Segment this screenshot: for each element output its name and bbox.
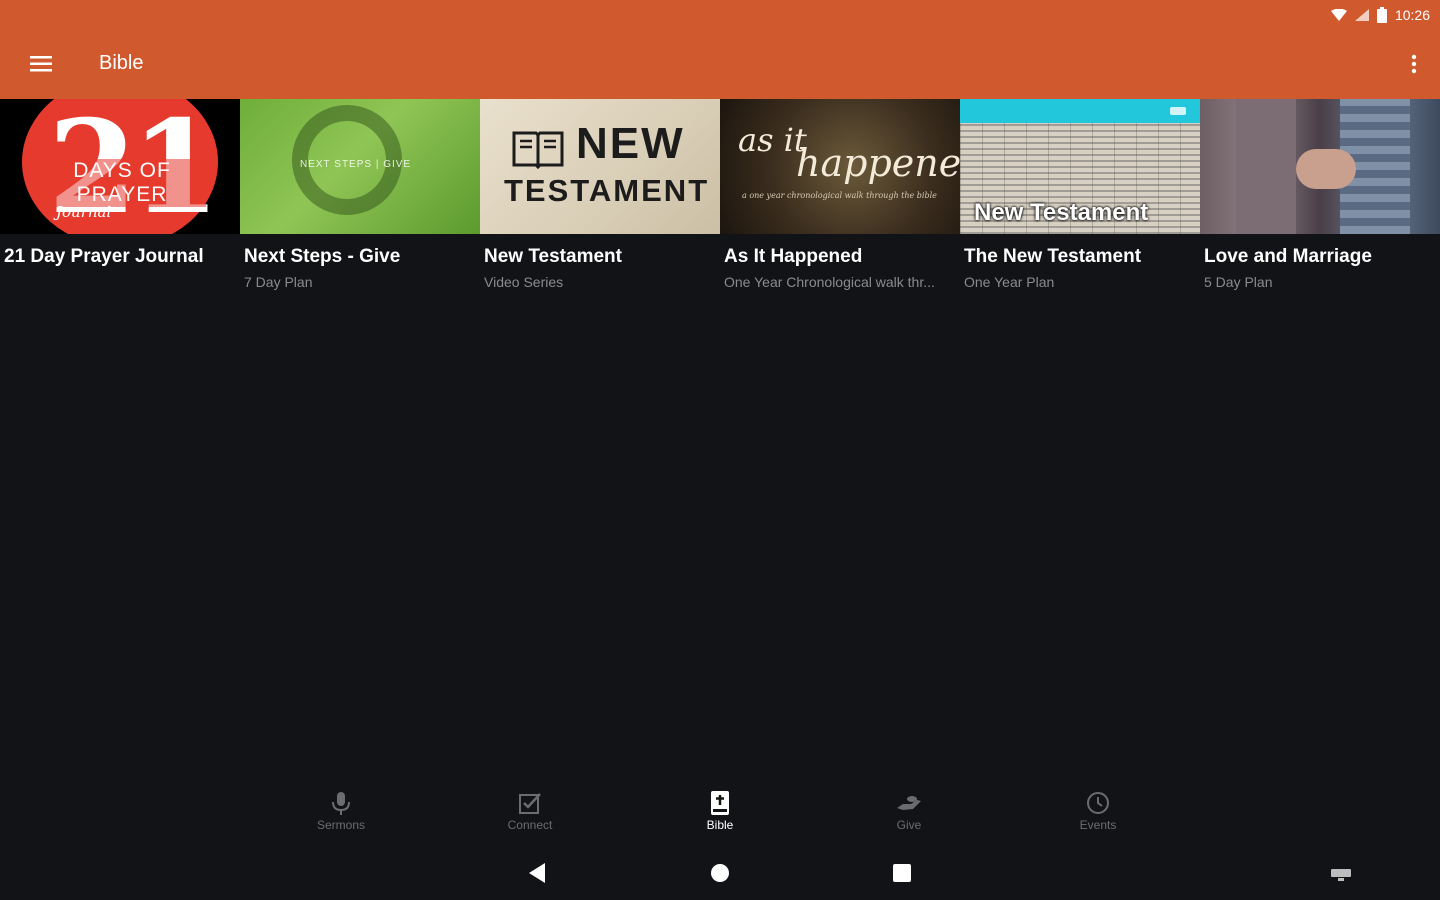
plan-subtitle: 7 Day Plan [244,274,313,290]
bottom-navigation: Sermons Connect Bible Give Events [0,790,1440,844]
clock-icon [1087,792,1109,814]
nav-item-bible[interactable]: Bible [680,790,760,832]
thumbnail-text-new: NEW [576,119,685,168]
plan-title: New Testament [484,246,622,267]
hamburger-menu-icon [30,56,52,72]
page-title: Bible [99,52,144,74]
signal-icon [1354,9,1369,21]
back-icon [529,863,545,883]
thumbnail-title: New Testament [974,199,1149,226]
plan-list: 21 DAYS OF PRAYER Journal 21 Day Prayer … [0,99,1440,299]
nav-label: Bible [706,818,734,832]
nav-item-connect[interactable]: Connect [490,790,570,832]
give-hand-icon [897,796,921,810]
system-navigation-bar [0,856,1440,892]
plan-subtitle [0,268,234,274]
plan-subtitle: Video Series [484,274,564,290]
overflow-menu-button[interactable] [1408,50,1420,78]
plan-card[interactable]: as it happened a one year chronological … [720,99,960,299]
plan-title: The New Testament [964,246,1142,267]
nav-item-events[interactable]: Events [1058,790,1138,832]
battery-icon [1376,7,1387,23]
plan-card[interactable]: 21 DAYS OF PRAYER Journal 21 Day Prayer … [0,99,240,299]
plan-title: Love and Marriage [1204,246,1372,267]
home-icon [711,864,729,882]
plan-title: 21 Day Prayer Journal [4,246,204,267]
nav-label: Events [1079,818,1117,832]
more-vert-icon [1411,54,1417,74]
nav-label: Give [896,818,922,832]
home-button[interactable] [709,862,731,889]
thumbnail-days-text: DAYS OF PRAYER [38,159,206,207]
nav-label: Connect [507,818,553,832]
plan-subtitle: One Year Chronological walk thr... [724,274,935,290]
plan-thumbnail [1200,99,1440,234]
plan-card[interactable]: New Testament The New Testament One Year… [960,99,1200,299]
nav-item-give[interactable]: Give [869,790,949,832]
plan-title: Next Steps - Give [244,246,401,267]
plan-card[interactable]: NEXT STEPS | GIVE Next Steps - Give 7 Da… [240,99,480,299]
plan-card[interactable]: NEW TESTAMENT New Testament Video Series [480,99,720,299]
checkbox-icon [519,793,541,814]
thumbnail-figure-left [1236,99,1296,234]
thumbnail-header-bar [960,99,1200,123]
thumbnail-journal-text: Journal [56,203,112,221]
plan-thumbnail: NEW TESTAMENT [480,99,720,234]
thumbnail-tagline: a one year chronological walk through th… [742,191,937,200]
thumbnail-text: NEXT STEPS | GIVE [300,159,412,170]
back-button[interactable] [527,862,547,889]
nav-label: Sermons [316,818,366,832]
status-time: 10:26 [1394,7,1430,23]
keyboard-icon [1331,869,1351,881]
app-bar: 10:26 Bible [0,0,1440,99]
plan-thumbnail: as it happened a one year chronological … [720,99,960,234]
recents-button[interactable] [892,862,912,889]
microphone-icon [332,792,350,815]
plan-title: As It Happened [724,246,863,267]
wifi-icon [1330,9,1347,21]
status-bar: 10:26 [1330,4,1430,26]
plan-thumbnail: 21 DAYS OF PRAYER Journal [0,99,240,234]
thumbnail-text-testament: TESTAMENT [504,173,710,208]
thumbnail-text-happened: happened [796,141,960,185]
nav-item-sermons[interactable]: Sermons [301,790,381,832]
plan-subtitle: 5 Day Plan [1204,274,1273,290]
plan-card[interactable]: Love and Marriage 5 Day Plan [1200,99,1440,299]
bible-icon [711,791,729,815]
recents-icon [893,864,911,882]
plan-thumbnail: NEXT STEPS | GIVE [240,99,480,234]
plan-subtitle: One Year Plan [964,274,1055,290]
plan-thumbnail: New Testament [960,99,1200,234]
menu-button[interactable] [27,50,55,78]
keyboard-button[interactable] [1330,862,1352,889]
thumbnail-pill [1170,107,1186,115]
open-book-icon [512,131,564,169]
thumbnail-hands [1296,149,1356,189]
